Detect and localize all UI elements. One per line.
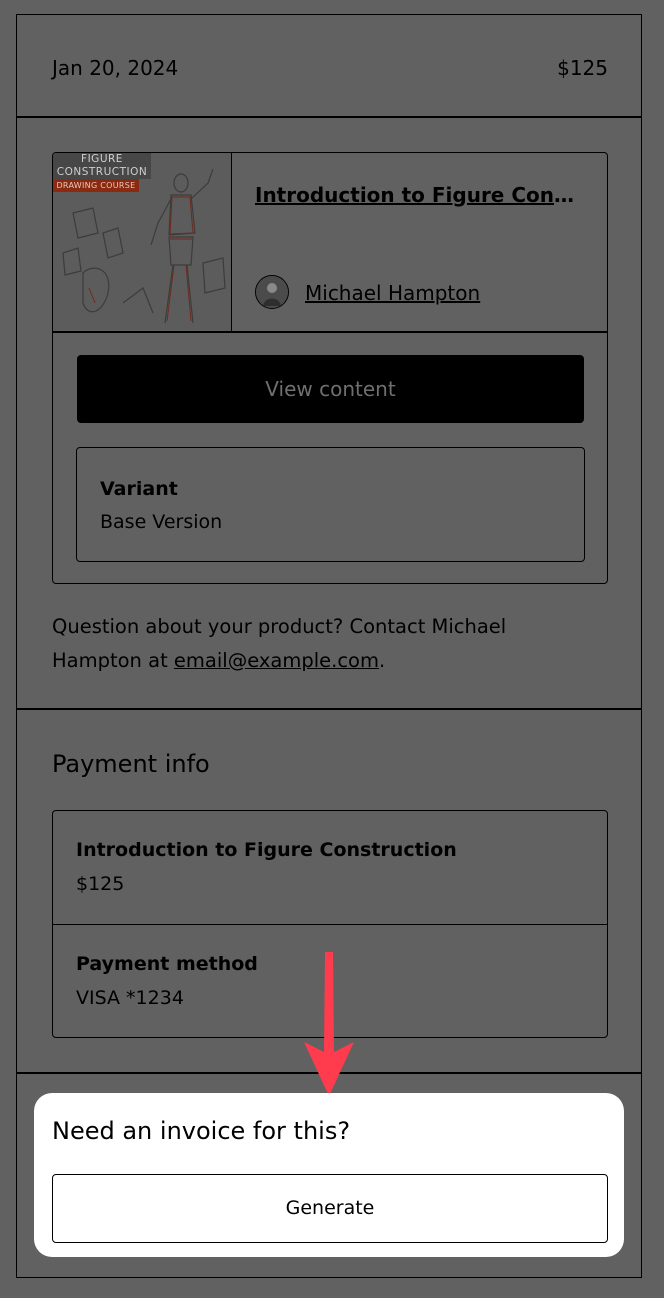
payment-item-price: $125 xyxy=(76,873,125,895)
product-card: FIGURE CONSTRUCTION DRAWING COURSE Introd… xyxy=(52,152,608,584)
order-price: $125 xyxy=(557,56,608,80)
order-date: Jan 20, 2024 xyxy=(52,56,179,80)
thumbnail-subtitle: DRAWING COURSE xyxy=(53,179,139,192)
divider xyxy=(16,708,642,710)
generate-invoice-button[interactable]: Generate xyxy=(52,1174,608,1243)
thumbnail-title: FIGURE CONSTRUCTION xyxy=(53,153,151,179)
variant-box: Variant Base Version xyxy=(76,447,585,562)
variant-label: Variant xyxy=(100,478,178,500)
product-title-link[interactable]: Introduction to Figure Const… xyxy=(255,183,585,207)
contact-email-link[interactable]: email@example.com xyxy=(174,649,379,672)
card-divider xyxy=(53,331,607,333)
author-photo xyxy=(256,276,288,308)
payment-method-label: Payment method xyxy=(76,953,258,975)
pointer-arrow-icon xyxy=(304,952,354,1096)
payment-method-value: VISA *1234 xyxy=(76,987,184,1009)
product-thumbnail[interactable]: FIGURE CONSTRUCTION DRAWING COURSE xyxy=(53,153,232,331)
invoice-prompt: Need an invoice for this? xyxy=(52,1117,351,1145)
author-avatar[interactable] xyxy=(255,275,289,309)
payment-item-row: Introduction to Figure Construction $125 xyxy=(53,811,607,924)
view-content-button[interactable]: View content xyxy=(77,355,584,423)
variant-value: Base Version xyxy=(100,511,223,533)
payment-item-name: Introduction to Figure Construction xyxy=(76,839,457,861)
invoice-popup: Need an invoice for this? Generate xyxy=(34,1093,624,1257)
divider xyxy=(16,116,642,118)
contact-text: Question about your product? Contact Mic… xyxy=(52,615,507,672)
payment-info-heading: Payment info xyxy=(52,750,210,778)
author-link[interactable]: Michael Hampton xyxy=(305,281,480,305)
